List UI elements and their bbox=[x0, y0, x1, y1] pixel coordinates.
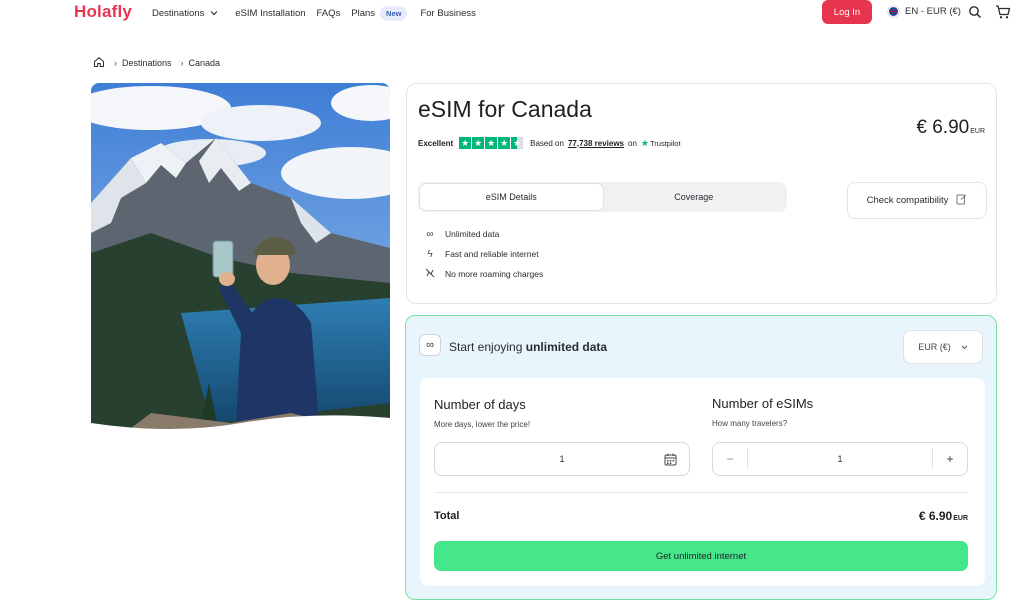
days-value: 1 bbox=[559, 454, 565, 464]
feature-item: ϟ Fast and reliable internet bbox=[423, 244, 543, 264]
trustpilot-rating: Excellent ★ ★ ★ ★ ★ Based on 77,738 revi… bbox=[418, 137, 681, 149]
trustpilot-label: Trustpilot bbox=[649, 138, 681, 148]
language-label: EN - EUR (€) bbox=[905, 6, 961, 17]
breadcrumb-destinations[interactable]: Destinations bbox=[122, 58, 172, 68]
nav-plans[interactable]: Plans New bbox=[351, 6, 408, 21]
nav-plans-label: Plans bbox=[351, 8, 376, 19]
feature-item: No more roaming charges bbox=[423, 264, 543, 284]
lightning-icon: ϟ bbox=[427, 248, 433, 260]
trustpilot-star-icon: ★ bbox=[640, 137, 649, 148]
decrement-button[interactable]: − bbox=[713, 443, 747, 475]
rating-stars: ★ ★ ★ ★ ★ bbox=[459, 137, 524, 149]
tab-esim-details[interactable]: eSIM Details bbox=[420, 184, 603, 210]
nav-for-business[interactable]: For Business bbox=[420, 8, 475, 19]
holafly-logo[interactable]: Holafly bbox=[74, 2, 132, 22]
feature-label: No more roaming charges bbox=[445, 269, 544, 279]
nav-destinations-label: Destinations bbox=[152, 8, 205, 19]
calendar-icon[interactable] bbox=[664, 453, 677, 466]
feature-item: ∞ Unlimited data bbox=[423, 224, 543, 244]
total-price: € 6.90EUR bbox=[919, 509, 968, 523]
esims-label: Number of eSIMs bbox=[712, 396, 814, 411]
on-text: on bbox=[628, 138, 637, 148]
days-picker[interactable]: 1 bbox=[434, 442, 690, 476]
increment-button[interactable]: + bbox=[933, 443, 967, 475]
check-compatibility-label: Check compatibility bbox=[866, 195, 949, 206]
check-compatibility-button[interactable]: Check compatibility bbox=[847, 182, 987, 219]
rating-label: Excellent bbox=[418, 138, 454, 148]
nav-faqs[interactable]: FAQs bbox=[317, 8, 341, 19]
star-icon: ★ bbox=[472, 137, 485, 149]
product-card: eSIM for Canada € 6.90EUR Excellent ★ ★ … bbox=[406, 83, 997, 304]
page-title: eSIM for Canada bbox=[418, 96, 592, 122]
purchase-form: Number of days More days, lower the pric… bbox=[420, 378, 985, 586]
reviews-link[interactable]: 77,738 reviews bbox=[568, 139, 624, 148]
total-price-currency: EUR bbox=[953, 515, 968, 522]
chevron-down-icon bbox=[210, 9, 218, 18]
star-icon: ★ bbox=[459, 137, 472, 149]
uk-flag-icon bbox=[888, 6, 899, 17]
get-unlimited-internet-button[interactable]: Get unlimited internet bbox=[434, 541, 968, 571]
star-icon: ★ bbox=[485, 137, 498, 149]
login-button[interactable]: Log In bbox=[822, 0, 872, 24]
purchase-card: ∞ Start enjoying unlimited data EUR (€) … bbox=[405, 315, 997, 600]
product-tabs: eSIM Details Coverage bbox=[418, 182, 787, 212]
purchase-heading-prefix: Start enjoying bbox=[449, 340, 523, 354]
esims-stepper: − 1 + bbox=[712, 442, 968, 476]
infinity-icon: ∞ bbox=[426, 228, 434, 240]
external-check-icon bbox=[956, 194, 967, 208]
breadcrumb-canada: Canada bbox=[188, 58, 221, 68]
breadcrumb-separator-icon: › bbox=[114, 58, 117, 68]
currency-select[interactable]: EUR (€) bbox=[903, 330, 983, 364]
cart-icon[interactable] bbox=[995, 4, 1011, 20]
esims-value[interactable]: 1 bbox=[747, 449, 933, 469]
product-price-currency: EUR bbox=[970, 128, 985, 135]
hero-image bbox=[91, 83, 390, 443]
purchase-heading-bold: unlimited data bbox=[525, 340, 608, 354]
total-label: Total bbox=[434, 510, 460, 522]
main-nav: Destinations eSIM Installation FAQs Plan… bbox=[152, 6, 487, 21]
product-price-value: € 6.90 bbox=[916, 117, 970, 138]
based-on-text: Based on bbox=[530, 138, 564, 148]
total-price-value: € 6.90 bbox=[918, 509, 953, 523]
currency-select-value: EUR (€) bbox=[918, 342, 951, 352]
top-header: Holafly Destinations eSIM Installation F… bbox=[0, 0, 1024, 26]
home-icon[interactable] bbox=[93, 56, 105, 70]
tab-coverage[interactable]: Coverage bbox=[603, 184, 786, 210]
purchase-heading: Start enjoying unlimited data bbox=[449, 340, 607, 354]
new-badge: New bbox=[380, 6, 408, 21]
feature-label: Fast and reliable internet bbox=[445, 249, 539, 259]
days-label: Number of days bbox=[434, 397, 526, 412]
esims-subtitle: How many travelers? bbox=[712, 419, 788, 428]
product-price: € 6.90EUR bbox=[916, 117, 985, 139]
nav-destinations[interactable]: Destinations bbox=[152, 8, 218, 19]
search-icon[interactable] bbox=[968, 5, 982, 19]
breadcrumb-separator-icon: › bbox=[180, 58, 184, 68]
breadcrumb: › Destinations › Canada bbox=[93, 56, 220, 70]
no-signal-icon bbox=[423, 268, 437, 281]
infinity-icon: ∞ bbox=[419, 334, 441, 356]
star-icon: ★ bbox=[498, 137, 511, 149]
trustpilot-logo[interactable]: ★ Trustpilot bbox=[641, 138, 681, 149]
nav-esim-installation[interactable]: eSIM Installation bbox=[235, 8, 305, 19]
half-star-icon: ★ bbox=[511, 137, 524, 149]
feature-list: ∞ Unlimited data ϟ Fast and reliable int… bbox=[423, 224, 543, 284]
divider bbox=[434, 492, 968, 493]
feature-label: Unlimited data bbox=[445, 229, 500, 239]
language-currency-selector[interactable]: EN - EUR (€) bbox=[888, 6, 961, 17]
chevron-down-icon bbox=[961, 343, 968, 352]
days-subtitle: More days, lower the price! bbox=[434, 420, 531, 429]
